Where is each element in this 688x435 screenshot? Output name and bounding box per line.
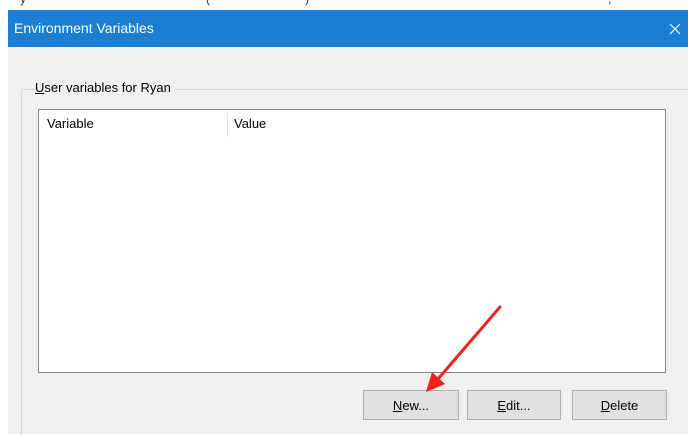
dialog-title: Environment Variables — [14, 20, 154, 36]
cropped-background-text: ) — [305, 0, 310, 6]
label-text: ser variables for Ryan — [44, 80, 171, 95]
column-header-value[interactable]: Value — [227, 110, 665, 138]
column-header-variable[interactable]: Variable — [39, 110, 227, 138]
delete-label: elete — [610, 397, 639, 413]
close-icon — [669, 23, 681, 34]
edit-mnemonic: E — [497, 397, 507, 413]
label-mnemonic: U — [35, 80, 45, 95]
edit-label: dit... — [506, 397, 531, 413]
cropped-background-text: ( — [206, 0, 211, 6]
new-button[interactable]: New... — [363, 390, 459, 420]
new-label: ew... — [402, 397, 430, 413]
title-bar: Environment Variables — [8, 10, 688, 47]
delete-mnemonic: D — [600, 397, 611, 413]
cropped-background-text: y — [20, 0, 27, 6]
user-variables-list[interactable]: Variable Value — [38, 109, 666, 373]
user-variables-label: User variables for Ryan — [33, 80, 173, 96]
delete-button[interactable]: Delete — [572, 390, 667, 420]
environment-variables-dialog: Environment Variables User variables for… — [8, 10, 688, 435]
edit-button[interactable]: Edit... — [467, 390, 561, 420]
close-button[interactable] — [662, 10, 688, 47]
cropped-background-text: , — [608, 0, 612, 6]
new-mnemonic: N — [392, 397, 403, 413]
